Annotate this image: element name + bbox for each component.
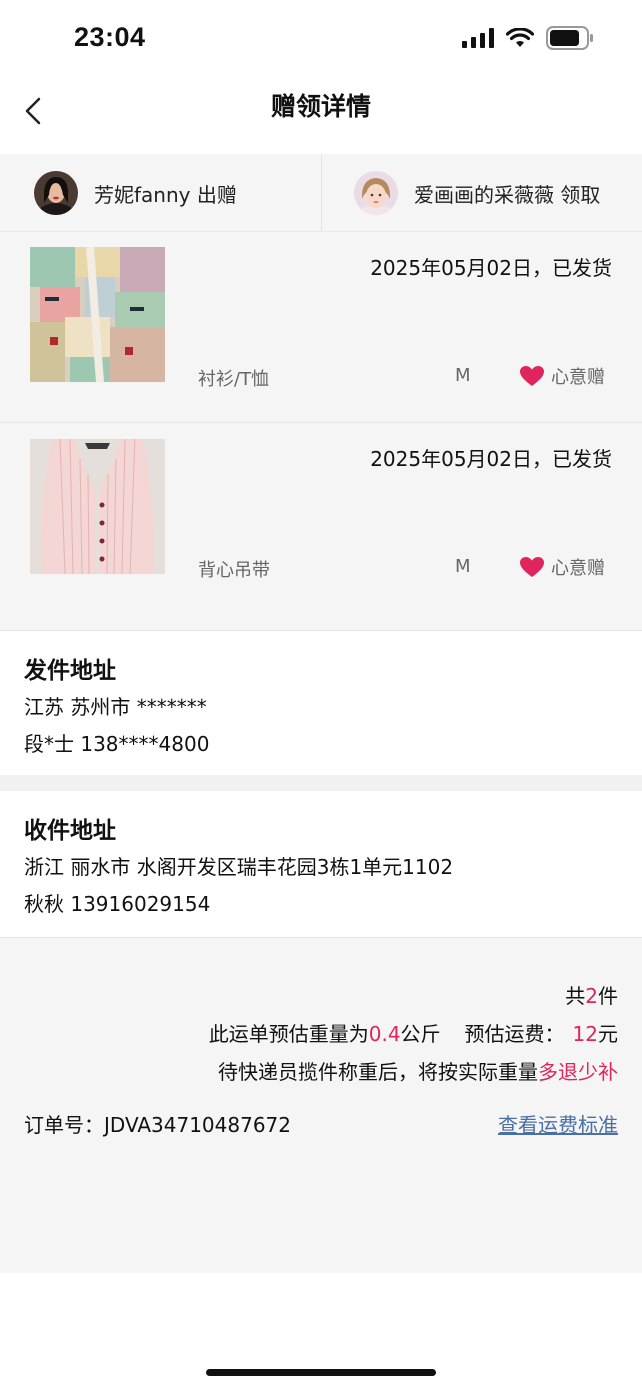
list-item[interactable]: 2025年05月02日，已发货 背心吊带 M 心意赠 <box>0 422 642 612</box>
sender-address-card: 发件地址 江苏 苏州市 ******* 段*士 138****4800 <box>0 630 642 775</box>
item-image <box>30 439 165 574</box>
item-category: 衬衫/T恤 <box>198 369 270 390</box>
items-list: 2025年05月02日，已发货 衬衫/T恤 M 心意赠 2025年05月02日，… <box>0 232 642 630</box>
sender-address-line: 江苏 苏州市 ******* <box>24 695 207 719</box>
giver-avatar <box>34 171 78 215</box>
item-tag: 心意赠 <box>519 554 605 580</box>
navigation-bar: 赠领详情 <box>0 78 642 154</box>
item-count-value: 2 <box>585 984 598 1008</box>
receiver-address-title: 收件地址 <box>24 818 116 844</box>
item-size: M <box>455 556 471 577</box>
receiver-avatar <box>354 171 398 215</box>
parties-bar: 芳妮fanny 出赠 爱画画的采薇薇 领取 <box>0 154 642 232</box>
receiver-name: 爱画画的采薇薇 领取 <box>414 182 601 207</box>
weight-fee-line: 此运单预估重量为0.4公斤 预估运费： 12元 <box>208 1022 618 1046</box>
item-tag-label: 心意赠 <box>551 558 605 579</box>
weight-note-highlight: 多退少补 <box>538 1060 618 1084</box>
battery-icon <box>546 26 593 50</box>
wifi-icon <box>506 28 534 47</box>
receiver-address-line: 浙江 丽水市 水阁开发区瑞丰花园3栋1单元1102 <box>24 855 454 879</box>
item-category: 背心吊带 <box>198 560 270 581</box>
status-time: 23:04 <box>74 22 146 52</box>
sender-address-title: 发件地址 <box>24 658 116 684</box>
order-number-value: JDVA34710487672 <box>104 1113 292 1137</box>
item-size: M <box>455 365 471 386</box>
order-summary: 共2件 此运单预估重量为0.4公斤 预估运费： 12元 待快递员揽件称重后，将按实际… <box>0 937 642 1273</box>
home-indicator <box>206 1369 436 1376</box>
receiver-profile[interactable]: 爱画画的采薇薇 领取 <box>354 154 600 232</box>
heart-icon <box>520 366 544 386</box>
fee-value: 12 <box>572 1022 598 1046</box>
list-item[interactable]: 2025年05月02日，已发货 衬衫/T恤 M 心意赠 <box>0 232 642 422</box>
receiver-contact: 秋秋 13916029154 <box>24 892 211 916</box>
weight-note: 待快递员揽件称重后，将按实际重量多退少补 <box>218 1060 618 1084</box>
item-tag-label: 心意赠 <box>551 367 605 388</box>
status-icons <box>462 26 594 50</box>
item-count: 共2件 <box>565 984 618 1008</box>
order-number: 订单号：JDVA34710487672 <box>24 1113 292 1137</box>
weight-value: 0.4 <box>368 1022 401 1046</box>
status-bar: 23:04 <box>0 0 642 78</box>
giver-name: 芳妮fanny 出赠 <box>94 182 237 207</box>
sender-contact: 段*士 138****4800 <box>24 732 210 756</box>
section-divider <box>0 775 642 791</box>
item-image <box>30 247 165 382</box>
divider <box>321 154 322 232</box>
item-date-status: 2025年05月02日，已发货 <box>370 256 612 280</box>
giver-profile[interactable]: 芳妮fanny 出赠 <box>34 154 237 232</box>
fee-label: 预估运费： <box>464 1022 565 1046</box>
heart-icon <box>520 557 544 577</box>
signal-icon <box>462 28 494 48</box>
item-tag: 心意赠 <box>519 363 605 389</box>
item-date-status: 2025年05月02日，已发货 <box>370 447 612 471</box>
page-title: 赠领详情 <box>270 92 371 121</box>
receiver-address-card: 收件地址 浙江 丽水市 水阁开发区瑞丰花园3栋1单元1102 秋秋 139160… <box>0 791 642 937</box>
fee-standard-link[interactable]: 查看运费标准 <box>498 1109 618 1138</box>
